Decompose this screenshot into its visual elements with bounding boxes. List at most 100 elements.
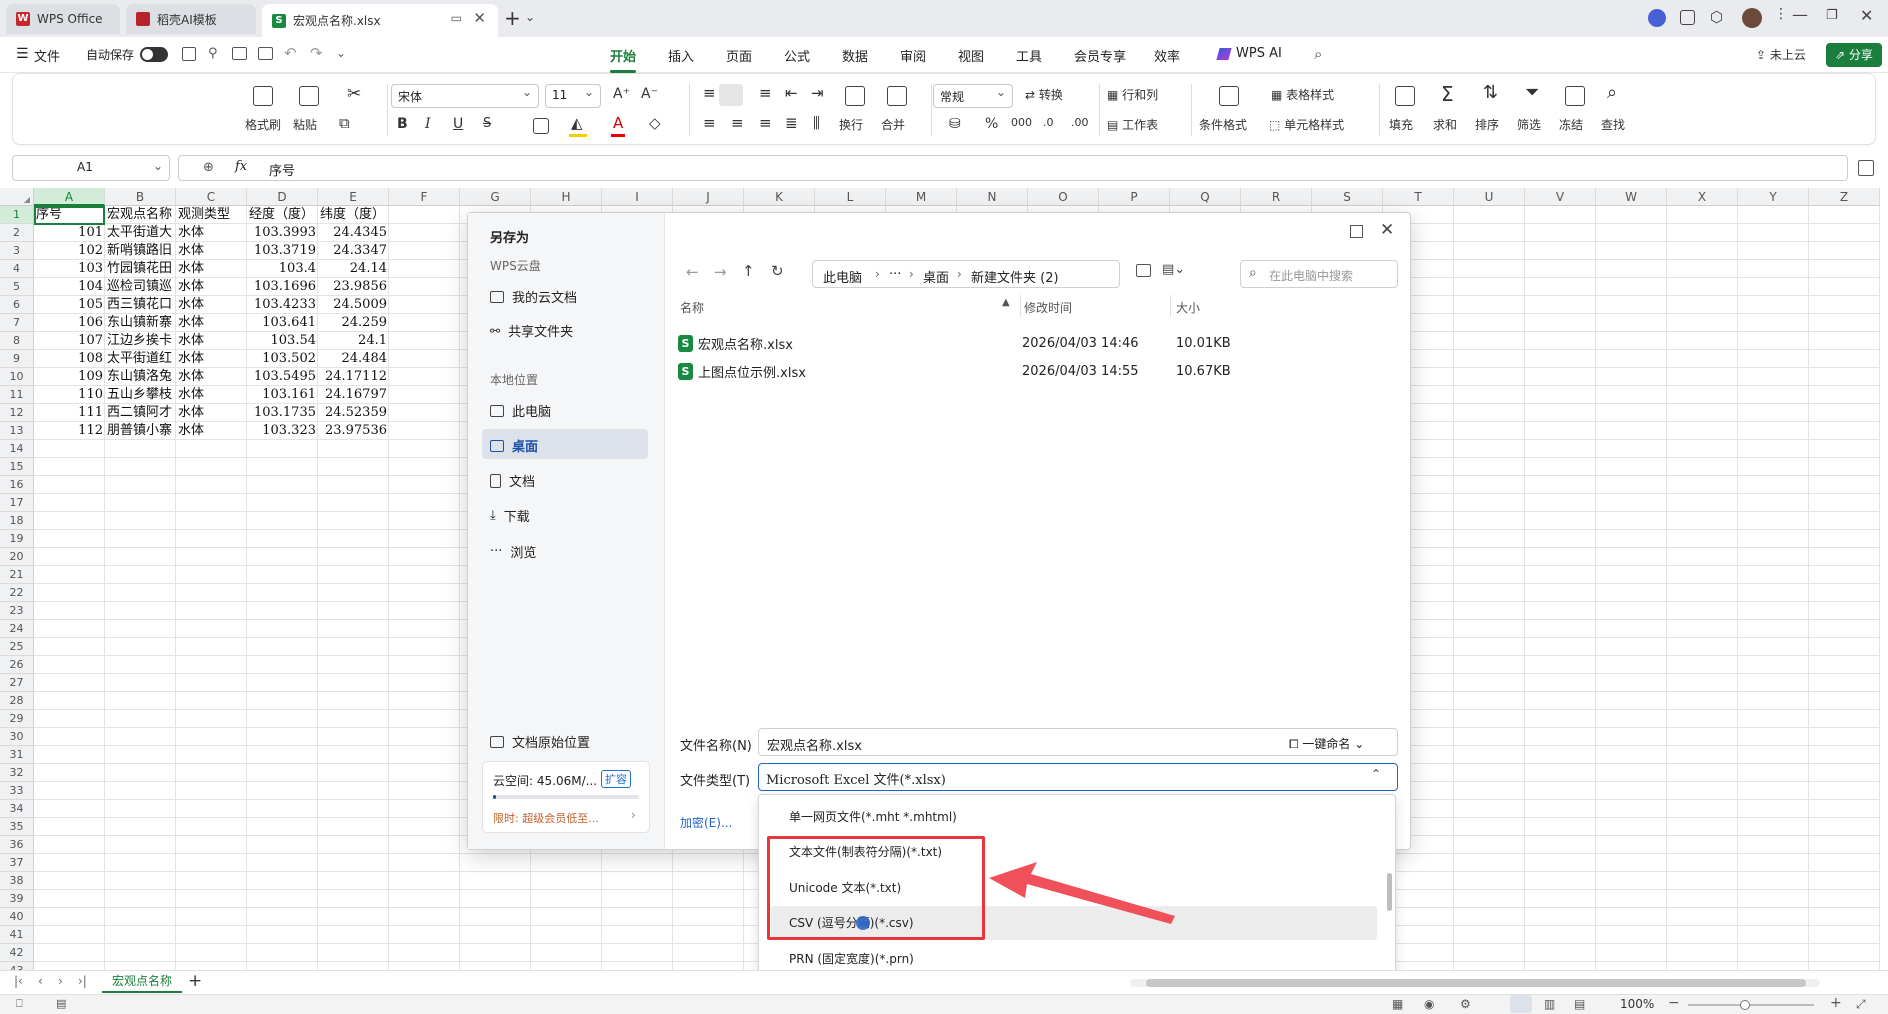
column-header[interactable]: U	[1454, 188, 1525, 206]
cell[interactable]: 110	[34, 386, 105, 404]
tab-review[interactable]: 审阅	[900, 46, 926, 65]
breadcrumb-ellipsis[interactable]: ···	[889, 267, 901, 282]
encrypt-link[interactable]: 加密(E)...	[680, 814, 732, 831]
more-icon[interactable]: ⋮	[1774, 6, 1788, 22]
macro-icon[interactable]: ▤	[56, 997, 66, 1010]
merge-button[interactable]: 合并	[881, 116, 905, 133]
column-header[interactable]: B	[105, 188, 176, 206]
column-header[interactable]: X	[1667, 188, 1738, 206]
cell[interactable]: 新哨镇路旧	[105, 242, 176, 260]
row-header[interactable]: 14	[0, 440, 34, 458]
formula-input[interactable]: ⊕ fx 序号	[178, 155, 1848, 181]
sidebar-item-desktop[interactable]: 桌面	[490, 436, 538, 455]
undo-icon[interactable]: ↶	[284, 44, 297, 62]
row-header[interactable]: 13	[0, 422, 34, 440]
row-header[interactable]: 7	[0, 314, 34, 332]
column-header[interactable]: T	[1383, 188, 1454, 206]
row-header[interactable]: 27	[0, 674, 34, 692]
cell[interactable]: 24.3347	[318, 242, 389, 260]
row-header[interactable]: 22	[0, 584, 34, 602]
cell[interactable]: 纬度（度）	[318, 206, 389, 224]
row-header[interactable]: 9	[0, 350, 34, 368]
sidebar-item-browse[interactable]: ··· 浏览	[490, 542, 536, 561]
cell[interactable]: 水体	[176, 404, 247, 422]
file-menu[interactable]: 文件	[34, 46, 60, 65]
dialog-search-input[interactable]: ⌕ 在此电脑中搜索	[1240, 260, 1398, 288]
cube-icon[interactable]: ⬡	[1710, 8, 1723, 26]
cond-format-button[interactable]: 条件格式	[1199, 116, 1247, 133]
column-header[interactable]: M	[886, 188, 957, 206]
cell[interactable]: 水体	[176, 332, 247, 350]
page-break-view-icon[interactable]: ▤	[1574, 997, 1585, 1011]
cell[interactable]: 105	[34, 296, 105, 314]
row-header[interactable]: 35	[0, 818, 34, 836]
column-header[interactable]: H	[531, 188, 602, 206]
indent-decrease-icon[interactable]: ⇤	[785, 84, 798, 102]
align-right-icon[interactable]: ≡	[759, 114, 772, 132]
row-header[interactable]: 43	[0, 962, 34, 970]
cell[interactable]: 107	[34, 332, 105, 350]
sheet-tab-active[interactable]: 宏观点名称	[102, 971, 182, 993]
normal-view-button[interactable]	[1510, 995, 1532, 1013]
row-header[interactable]: 26	[0, 656, 34, 674]
zoom-in-icon[interactable]: +	[1830, 995, 1842, 1011]
breadcrumb-desktop[interactable]: 桌面	[923, 267, 949, 286]
row-header[interactable]: 20	[0, 548, 34, 566]
back-icon[interactable]: ←	[686, 263, 699, 281]
column-header[interactable]: C	[176, 188, 247, 206]
row-header[interactable]: 29	[0, 710, 34, 728]
table-view-icon[interactable]: ▦	[1392, 997, 1403, 1011]
row-header[interactable]: 2	[0, 224, 34, 242]
hamburger-icon[interactable]: ☰	[16, 46, 29, 62]
file-row[interactable]: S 宏观点名称.xlsx 2026/04/03 14:46 10.01KB	[678, 331, 1398, 355]
cell[interactable]: 24.4345	[318, 224, 389, 242]
cell[interactable]: 103.161	[247, 386, 318, 404]
rows-cols-button[interactable]: ▦ 行和列	[1107, 86, 1158, 103]
align-top-icon[interactable]: ≡	[703, 84, 716, 102]
font-size-select[interactable]: 11	[545, 84, 601, 108]
filetype-select[interactable]: Microsoft Excel 文件(*.xlsx) ⌃	[758, 763, 1398, 791]
col-header-size[interactable]: 大小	[1176, 299, 1200, 316]
cell[interactable]: 101	[34, 224, 105, 242]
save-icon[interactable]	[182, 47, 196, 61]
refresh-icon[interactable]: ↻	[771, 262, 784, 280]
cell[interactable]: 五山乡攀枝	[105, 386, 176, 404]
close-dialog-icon[interactable]: ✕	[1380, 220, 1394, 240]
tab-wps-office[interactable]: W WPS Office	[6, 4, 120, 34]
font-color-icon[interactable]: A	[613, 114, 623, 132]
name-box[interactable]: A1 ⌄	[12, 155, 170, 181]
cell[interactable]: 竹园镇花田	[105, 260, 176, 278]
link-icon[interactable]: ⚲	[208, 46, 218, 61]
row-header[interactable]: 18	[0, 512, 34, 530]
sidebar-item-downloads[interactable]: ⤓ 下载	[490, 506, 530, 525]
cell[interactable]: 102	[34, 242, 105, 260]
row-header[interactable]: 16	[0, 476, 34, 494]
column-header[interactable]: K	[744, 188, 815, 206]
row-header[interactable]: 21	[0, 566, 34, 584]
restore-icon[interactable]: ❐	[1826, 8, 1838, 23]
view-mode-icon[interactable]: ▤⌄	[1162, 262, 1185, 277]
ai-assistant-icon[interactable]	[1648, 9, 1666, 27]
cell[interactable]: 水体	[176, 242, 247, 260]
copy-icon[interactable]: ⧉	[339, 114, 350, 132]
justify-icon[interactable]: ≣	[785, 114, 798, 132]
chevron-right-icon[interactable]: ›	[631, 808, 636, 822]
cell[interactable]: 23.97536	[318, 422, 389, 440]
column-header[interactable]: D	[247, 188, 318, 206]
cell[interactable]: 水体	[176, 314, 247, 332]
cell[interactable]: 水体	[176, 386, 247, 404]
tab-tools[interactable]: 工具	[1016, 46, 1042, 65]
horizontal-scrollbar-thumb[interactable]	[1146, 979, 1806, 987]
row-header[interactable]: 24	[0, 620, 34, 638]
column-header[interactable]: G	[460, 188, 531, 206]
column-header[interactable]: J	[673, 188, 744, 206]
pin-icon[interactable]: ▭	[451, 11, 462, 25]
sum-button[interactable]: 求和	[1433, 116, 1457, 133]
tab-list-chevron-icon[interactable]: ⌄	[525, 10, 535, 24]
close-window-icon[interactable]: ✕	[1860, 6, 1873, 25]
thousands-icon[interactable]: 000	[1011, 116, 1032, 129]
cell[interactable]: 103.1696	[247, 278, 318, 296]
row-header[interactable]: 12	[0, 404, 34, 422]
cell[interactable]: 东山镇洛兔	[105, 368, 176, 386]
cut-icon[interactable]: ✂	[347, 84, 361, 104]
